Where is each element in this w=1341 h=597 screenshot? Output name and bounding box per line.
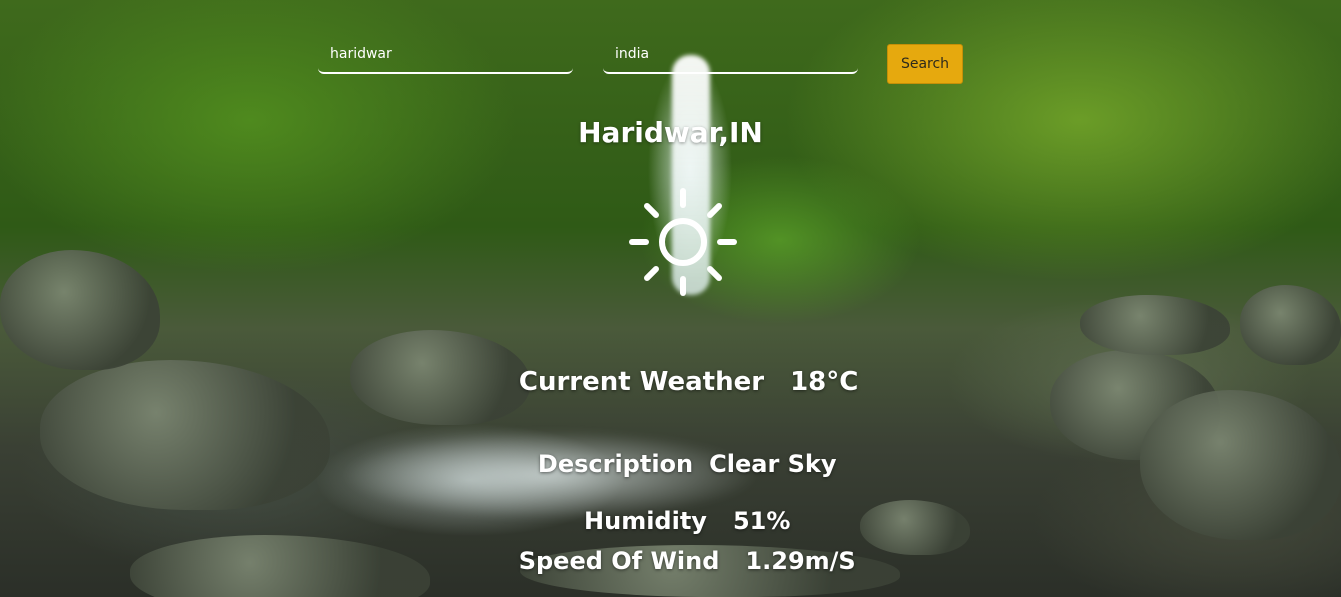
wind-speed-value: 1.29m/S [745,547,856,575]
current-weather-value: 18°C [790,367,859,397]
description-label: Description [537,450,694,478]
search-button[interactable]: Search [887,44,963,84]
city-field [318,40,585,74]
current-weather-row: Current Weather 18°C [0,337,1341,427]
wind-speed-label: Speed Of Wind [518,547,720,575]
description-value: Clear Sky [709,450,837,478]
weather-app: Search Haridwar,IN Current Weather 18°C D… [0,0,1341,597]
city-input[interactable] [318,40,585,68]
sun-icon [629,188,737,296]
location-title: Haridwar,IN [578,116,763,149]
country-field [603,40,870,74]
current-weather-label: Current Weather [518,367,765,397]
wind-speed-row: Speed Of Wind 1.29m/S [0,519,1341,597]
country-input[interactable] [603,40,870,68]
